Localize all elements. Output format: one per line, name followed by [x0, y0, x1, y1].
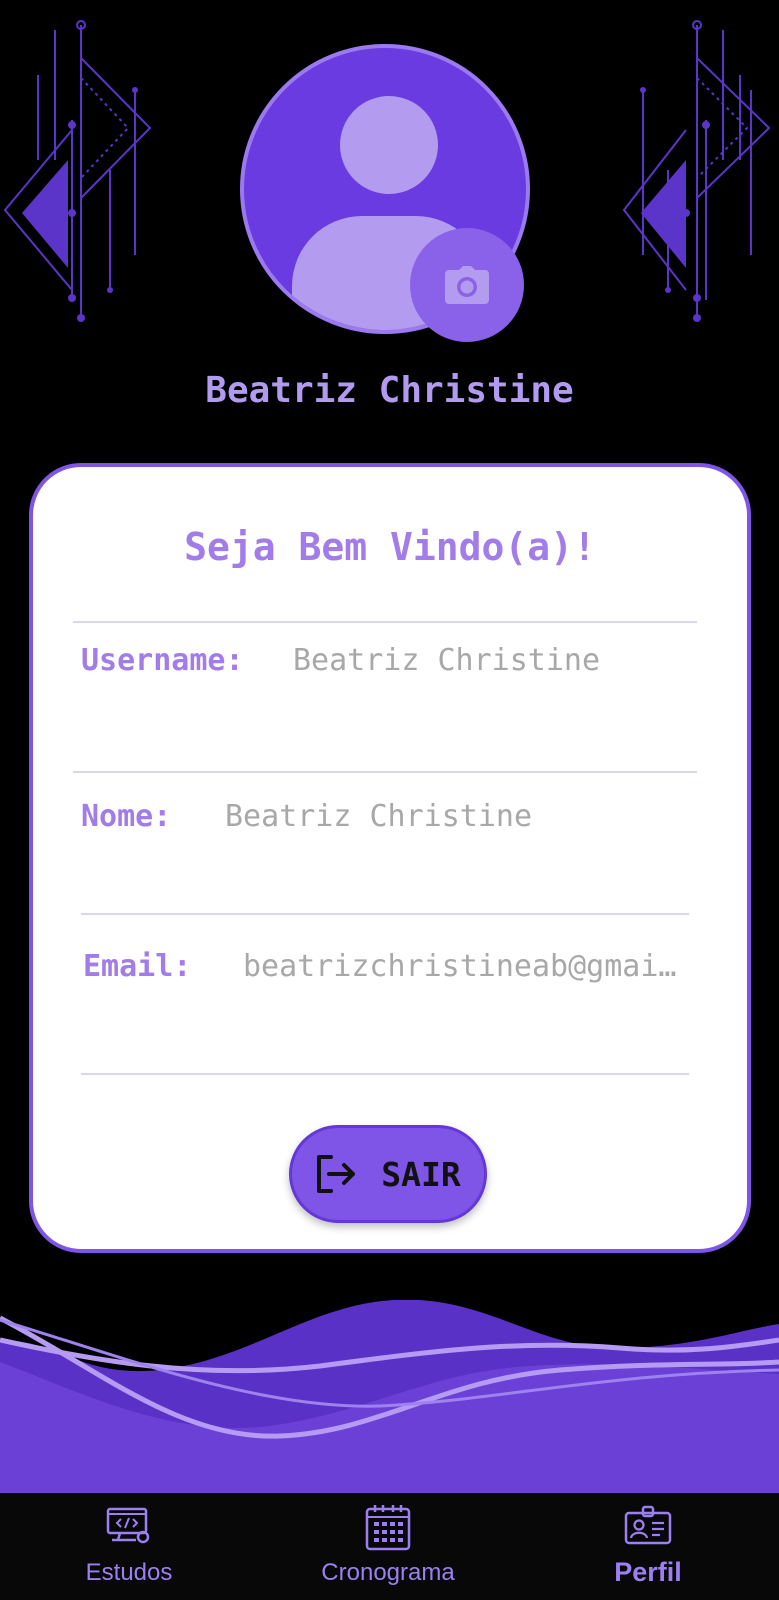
name-label: Nome:	[81, 799, 172, 834]
divider	[73, 771, 697, 773]
profile-name: Beatriz Christine	[205, 370, 574, 411]
id-badge-icon	[624, 1505, 672, 1545]
logout-button[interactable]: SAIR	[289, 1125, 487, 1223]
nav-label-estudos: Estudos	[85, 1559, 173, 1586]
computer-code-icon	[106, 1507, 150, 1544]
avatar-head-shape	[340, 96, 438, 194]
camera-icon	[445, 266, 489, 304]
logout-label: SAIR	[381, 1154, 461, 1194]
username-label: Username:	[81, 643, 244, 678]
divider	[73, 621, 697, 623]
right-circuit-decoration	[622, 20, 771, 322]
bottom-navigation: Estudos Cronograma Perfil	[0, 1493, 779, 1600]
nav-label-perfil: Perfil	[614, 1557, 682, 1587]
nav-item-estudos[interactable]: Estudos	[29, 1493, 229, 1600]
change-photo-button[interactable]	[410, 228, 524, 342]
wave-decoration	[0, 1300, 779, 1493]
divider	[81, 1073, 689, 1075]
email-value[interactable]: beatrizchristineab@gmail.com	[243, 949, 689, 984]
profile-avatar-area	[238, 44, 538, 344]
welcome-title: Seja Bem Vindo(a)!	[184, 525, 596, 569]
nav-item-perfil[interactable]: Perfil	[548, 1493, 748, 1600]
divider	[81, 913, 689, 915]
left-circuit-decoration	[3, 20, 152, 322]
username-value[interactable]: Beatriz Christine	[293, 643, 693, 678]
nav-label-cronograma: Cronograma	[321, 1559, 455, 1586]
name-value[interactable]: Beatriz Christine	[225, 799, 685, 834]
calendar-icon	[365, 1505, 411, 1551]
email-label: Email:	[83, 949, 192, 984]
logout-icon	[317, 1155, 356, 1193]
nav-item-cronograma[interactable]: Cronograma	[288, 1493, 488, 1600]
profile-card: Seja Bem Vindo(a)! Username: Beatriz Chr…	[29, 463, 751, 1253]
